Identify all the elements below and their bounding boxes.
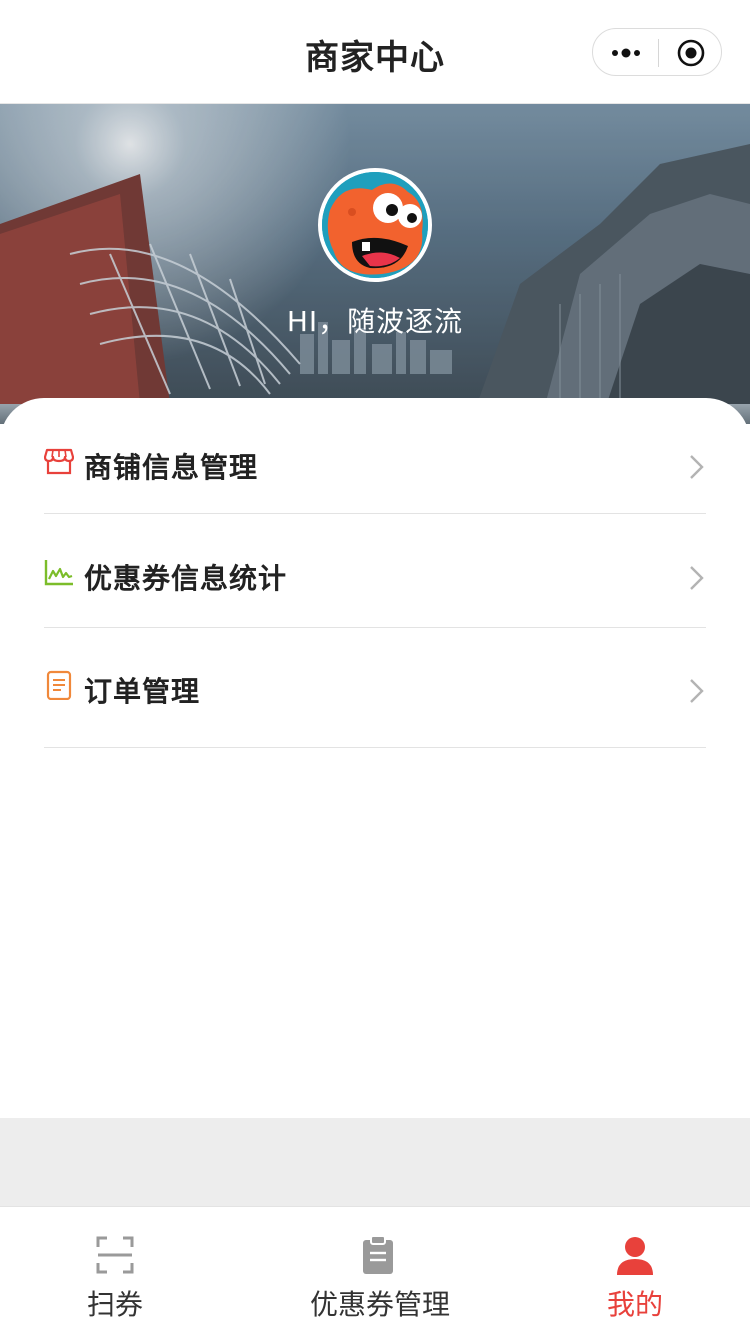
menu-item-label: 订单管理 [84,675,201,708]
store-icon [44,448,74,475]
chart-line-icon [44,560,73,586]
more-dots-icon[interactable] [611,40,641,66]
chevron-right-icon [690,566,704,590]
tab-mine[interactable]: 我的 [560,1207,710,1334]
menu-item-store-info[interactable]: 商铺信息管理 [44,404,706,514]
menu-item-coupon-stats[interactable]: 优惠券信息统计 [44,515,706,628]
scan-icon [96,1236,134,1274]
menu-item-order-management[interactable]: 订单管理 [44,628,706,748]
tab-label: 扫券 [86,1288,143,1321]
menu-item-label: 优惠券信息统计 [84,562,288,595]
menu-item-label: 商铺信息管理 [84,451,259,484]
tab-label: 优惠券管理 [309,1288,450,1321]
greeting-text: HI，随波逐流 [286,305,464,338]
document-icon [46,670,72,700]
tab-label: 我的 [606,1288,663,1321]
capsule-divider [658,39,659,67]
profile-banner: HI，随波逐流 [0,104,750,424]
chevron-right-icon [690,679,704,703]
merchant-center-page: 商家中心 HI，随波逐流 商铺信息管理 优惠券信息统计 订单管理 扫券 优惠券管… [0,0,750,1334]
tab-scan[interactable]: 扫券 [40,1207,190,1334]
navigation-bar: 商家中心 [0,0,750,104]
tab-bar: 扫券 优惠券管理 我的 [0,1206,750,1334]
chevron-right-icon [690,455,704,479]
tab-coupon-management[interactable]: 优惠券管理 [280,1207,480,1334]
menu-card: 商铺信息管理 优惠券信息统计 订单管理 [0,398,750,1118]
user-icon [617,1237,653,1275]
user-avatar[interactable] [318,168,432,282]
clipboard-icon [363,1235,393,1274]
mini-program-capsule [592,28,722,76]
orange-monster-avatar-icon [322,172,428,278]
content-spacer [0,1118,750,1206]
target-close-icon[interactable] [677,39,705,67]
